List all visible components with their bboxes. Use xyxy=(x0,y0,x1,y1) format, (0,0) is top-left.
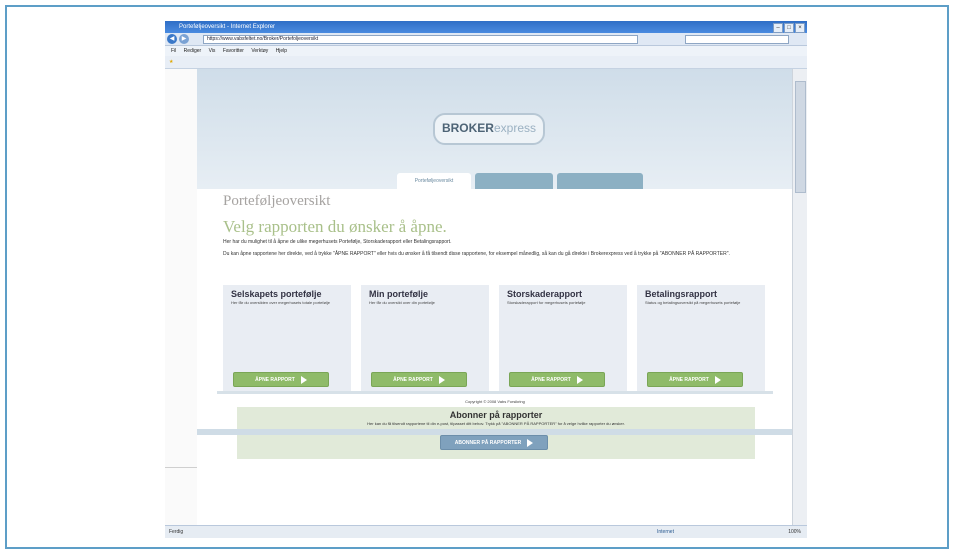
card-selskapets-portefolje: Selskapets portefølje Her får du oversik… xyxy=(223,285,351,393)
tab-second[interactable] xyxy=(475,173,553,189)
window-title: Porteføljeoversikt - Internet Explorer xyxy=(179,24,276,30)
logo-accent: express xyxy=(493,121,537,135)
subscribe-title: Abonner på rapporter xyxy=(449,410,543,420)
open-report-button[interactable]: ÅPNE RAPPORT xyxy=(647,372,743,387)
button-label: ABONNER PÅ RAPPORTER xyxy=(454,440,522,446)
tab-third[interactable] xyxy=(557,173,643,189)
back-icon[interactable]: ◀ xyxy=(167,34,177,44)
close-icon[interactable]: × xyxy=(795,23,805,33)
security-zone: Internet xyxy=(657,529,674,535)
footer-bar xyxy=(197,429,793,435)
open-report-button[interactable]: ÅPNE RAPPORT xyxy=(371,372,467,387)
card-storskaderapport: Storskaderapport Storskaderapport for me… xyxy=(499,285,627,393)
forward-icon[interactable]: ▶ xyxy=(179,34,189,44)
play-arrow-icon xyxy=(576,375,583,384)
main-panel: Porteføljeoversikt Velg rapporten du øns… xyxy=(217,189,773,489)
button-label: ÅPNE RAPPORT xyxy=(393,377,433,383)
card-title: Storskaderapport xyxy=(507,289,583,299)
star-icon[interactable]: ★ xyxy=(169,59,173,65)
menu-edit[interactable]: Rediger xyxy=(184,48,202,54)
scrollbar-thumb[interactable] xyxy=(795,81,806,193)
menu-help[interactable]: Hjelp xyxy=(276,48,287,54)
web-page: BROKERexpress Porteføljeoversikt Portefø… xyxy=(197,69,793,525)
card-min-portefolje: Min portefølje Her får du oversikt over … xyxy=(361,285,489,393)
tab-portefoljeoversikt[interactable]: Porteføljeoversikt xyxy=(397,173,471,189)
intro-text: Her har du mulighet til å åpne de ulike … xyxy=(223,239,452,245)
play-arrow-icon xyxy=(714,375,721,384)
url-field[interactable]: https://www.vabsfeltet.no/Broker/Portefo… xyxy=(203,35,638,44)
left-margin xyxy=(165,69,197,525)
brokerexpress-logo[interactable]: BROKERexpress xyxy=(433,113,545,145)
menu-file[interactable]: Fil xyxy=(171,48,176,54)
menu-bar: Fil Rediger Vis Favoritter Verktøy Hjelp xyxy=(165,46,807,56)
card-description: Storskaderapport for megerhusets portefø… xyxy=(507,300,586,305)
report-cards: Selskapets portefølje Her får du oversik… xyxy=(223,285,771,393)
status-bar: Ferdig Internet 100% xyxy=(165,525,807,538)
vertical-scrollbar[interactable] xyxy=(792,69,807,525)
browser-window: Porteføljeoversikt - Internet Explorer –… xyxy=(165,21,807,543)
minimize-icon[interactable]: – xyxy=(773,23,783,33)
status-text: Ferdig xyxy=(169,529,184,535)
menu-favorites[interactable]: Favoritter xyxy=(223,48,244,54)
button-label: ÅPNE RAPPORT xyxy=(669,377,709,383)
site-header: BROKERexpress Porteføljeoversikt xyxy=(197,69,793,189)
button-label: ÅPNE RAPPORT xyxy=(255,377,295,383)
address-bar: ◀ ▶ https://www.vabsfeltet.no/Broker/Por… xyxy=(165,33,807,46)
window-titlebar: Porteføljeoversikt - Internet Explorer –… xyxy=(165,21,807,33)
screenshot-frame: Porteføljeoversikt - Internet Explorer –… xyxy=(5,5,949,549)
button-label: ÅPNE RAPPORT xyxy=(531,377,571,383)
play-arrow-icon xyxy=(527,438,534,447)
logo-main: BROKER xyxy=(441,121,494,135)
footer-text: Copyright © 2008 Vabs Forsikring xyxy=(465,399,525,404)
maximize-icon[interactable]: □ xyxy=(784,23,794,33)
card-title: Min portefølje xyxy=(369,289,428,299)
card-betalingsrapport: Betalingsrapport Status og betalingsover… xyxy=(637,285,765,393)
open-report-button[interactable]: ÅPNE RAPPORT xyxy=(509,372,605,387)
page-title: Porteføljeoversikt xyxy=(223,193,331,209)
footer-divider xyxy=(217,391,773,394)
card-description: Status og betalingsoversikt på megerhuse… xyxy=(645,300,741,305)
card-description: Her får du oversikten over megerhusets t… xyxy=(231,300,330,305)
intro-text-2: Du kan åpne rapportene her direkte, ved … xyxy=(223,251,730,257)
page-subtitle: Velg rapporten du ønsker å åpne. xyxy=(223,217,447,236)
subscribe-button[interactable]: ABONNER PÅ RAPPORTER xyxy=(440,435,548,450)
favorites-bar: ★ xyxy=(165,56,807,69)
open-report-button[interactable]: ÅPNE RAPPORT xyxy=(233,372,329,387)
page-viewport: BROKERexpress Porteføljeoversikt Portefø… xyxy=(165,69,807,525)
subscribe-description: Her kan du få tilsendt rapportene til di… xyxy=(367,421,625,426)
card-title: Betalingsrapport xyxy=(645,289,718,299)
menu-tools[interactable]: Verktøy xyxy=(251,48,268,54)
card-description: Her får du oversikt over din portefølje xyxy=(369,300,435,305)
search-input[interactable] xyxy=(685,35,789,44)
menu-view[interactable]: Vis xyxy=(209,48,216,54)
divider xyxy=(165,467,197,468)
play-arrow-icon xyxy=(438,375,445,384)
play-arrow-icon xyxy=(300,375,307,384)
zoom-level[interactable]: 100% xyxy=(788,526,801,538)
card-title: Selskapets portefølje xyxy=(231,289,322,299)
